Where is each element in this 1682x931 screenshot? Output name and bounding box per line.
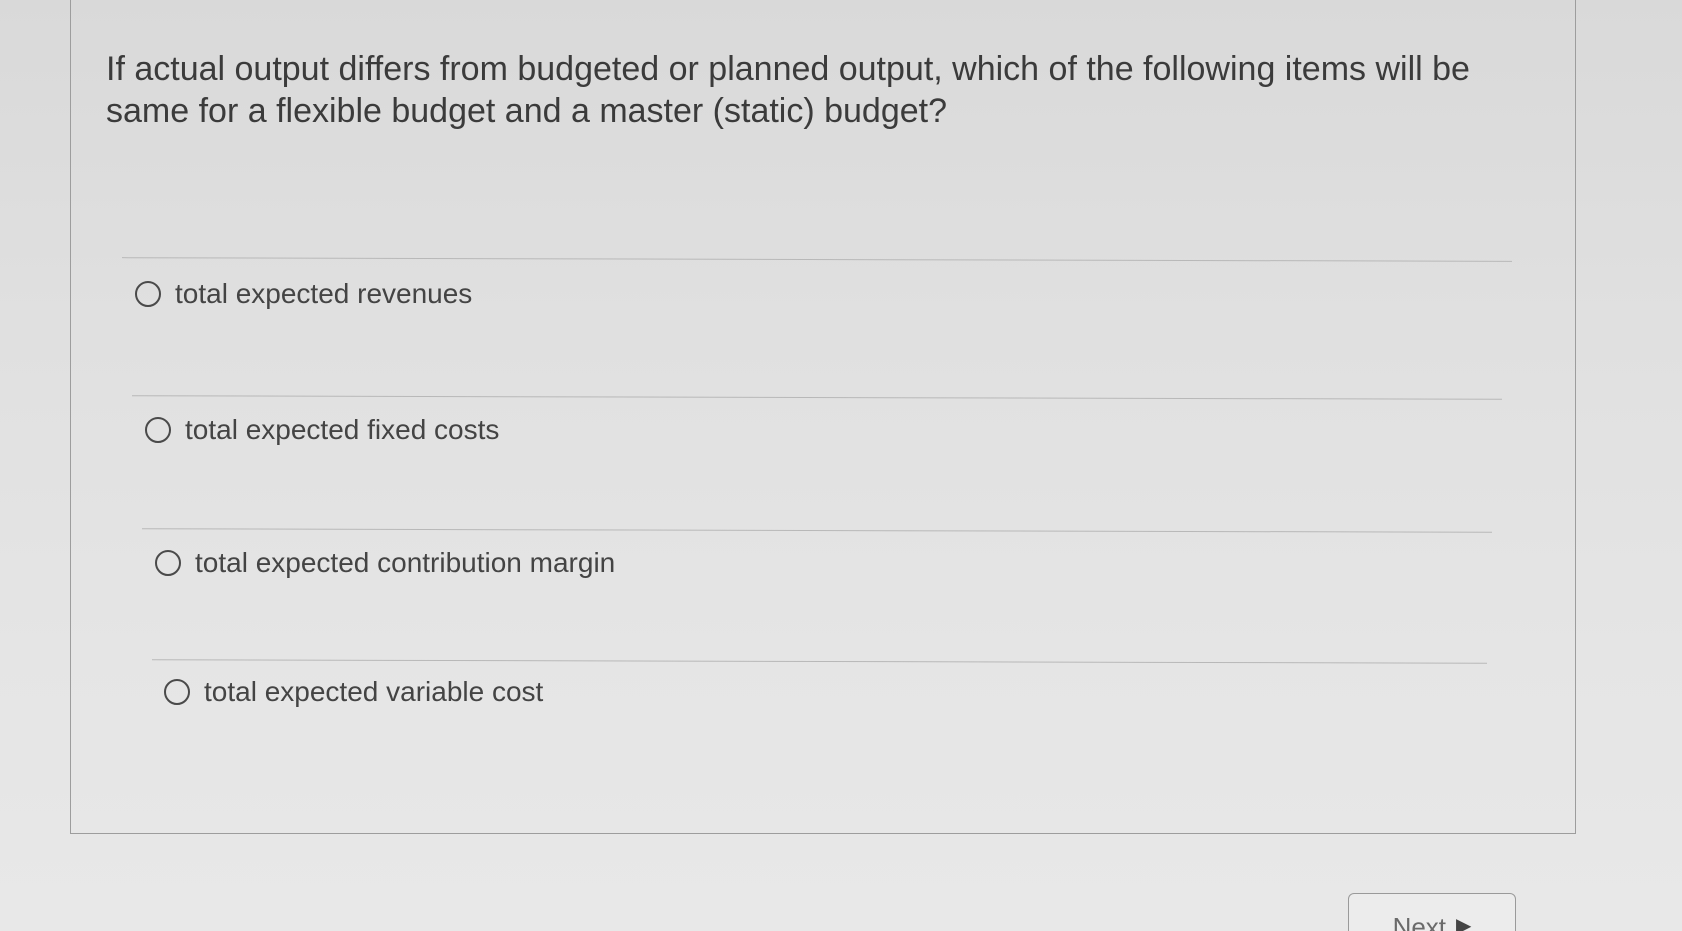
option-divider — [122, 257, 1512, 262]
next-button-label: Next — [1392, 912, 1447, 931]
answer-option-label: total expected variable cost — [204, 676, 544, 707]
answer-option-label: total expected contribution margin — [195, 547, 616, 578]
radio-button-unselected[interactable] — [145, 417, 171, 443]
answer-option-label: total expected fixed costs — [185, 414, 500, 445]
next-button[interactable]: Next ▶ — [1348, 893, 1516, 931]
answer-option-contribution-margin[interactable]: total expected contribution margin — [155, 547, 615, 579]
quiz-screen: If actual output differs from budgeted o… — [0, 0, 1682, 931]
answer-option-revenues[interactable]: total expected revenues — [135, 278, 472, 310]
answer-option-variable-cost[interactable]: total expected variable cost — [164, 676, 543, 708]
radio-button-unselected[interactable] — [164, 679, 190, 705]
option-divider — [132, 395, 1502, 400]
option-divider — [142, 528, 1492, 533]
radio-button-unselected[interactable] — [155, 550, 181, 576]
answer-list: total expected revenues total expected f… — [0, 0, 1682, 931]
answer-option-label: total expected revenues — [175, 278, 473, 309]
radio-button-unselected[interactable] — [135, 281, 161, 307]
answer-option-fixed-costs[interactable]: total expected fixed costs — [145, 414, 499, 446]
triangle-right-icon: ▶ — [1456, 915, 1472, 931]
option-divider — [152, 659, 1487, 664]
